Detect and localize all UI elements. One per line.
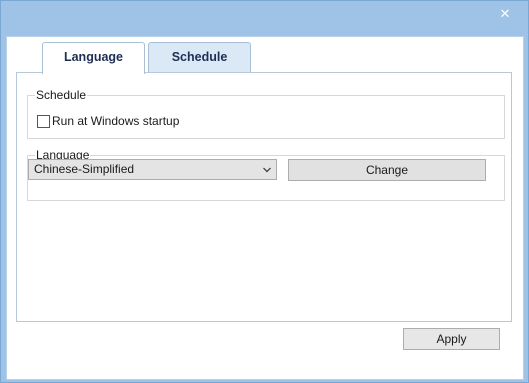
language-select[interactable]: Chinese-Simplified bbox=[28, 159, 277, 180]
apply-button[interactable]: Apply bbox=[403, 328, 500, 350]
settings-window: ✕ Language Schedule Schedule Run at Wind… bbox=[0, 0, 529, 383]
run-at-startup-checkbox[interactable] bbox=[37, 114, 50, 128]
tab-language[interactable]: Language bbox=[42, 42, 145, 74]
client-area: Language Schedule Schedule Run at Window… bbox=[6, 36, 524, 380]
run-at-startup-row[interactable]: Run at Windows startup bbox=[37, 113, 179, 129]
schedule-group-title: Schedule bbox=[35, 88, 88, 102]
tab-panel: Schedule Run at Windows startup Language bbox=[16, 72, 512, 322]
tab-schedule[interactable]: Schedule bbox=[148, 42, 251, 73]
language-select-value: Chinese-Simplified bbox=[34, 162, 135, 176]
change-button[interactable]: Change bbox=[288, 159, 486, 181]
chevron-down-icon bbox=[263, 167, 271, 173]
close-icon[interactable]: ✕ bbox=[496, 6, 514, 22]
run-at-startup-label[interactable]: Run at Windows startup bbox=[52, 114, 179, 128]
schedule-group: Schedule Run at Windows startup bbox=[27, 88, 505, 139]
